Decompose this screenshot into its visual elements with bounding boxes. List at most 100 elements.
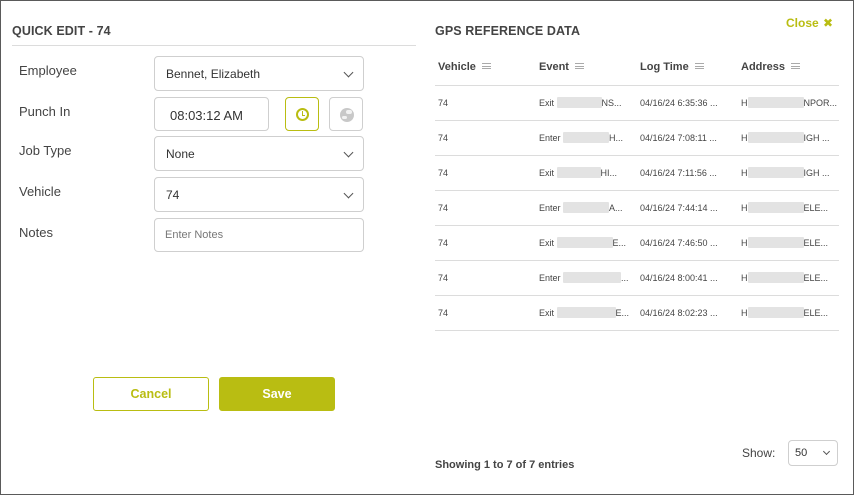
cell-vehicle: 74 [435,120,536,156]
redacted-text [563,202,610,213]
column-label: Event [539,61,569,74]
log-time-value: 04/16/24 7:44:14 ... [640,202,718,213]
punch-in-time-input[interactable]: 08:03:12 AM [154,97,269,131]
table-row[interactable]: 74 Enter H... 04/16/24 7:08:11 ... H IGH ... [435,120,839,156]
close-button[interactable]: Close [786,16,819,30]
job-type-label: Job Type [19,143,72,158]
cancel-button[interactable]: Cancel [93,377,209,411]
log-time-value: 04/16/24 7:46:50 ... [640,237,718,248]
address-head: H [741,133,748,143]
event-name-tail: H... [609,133,624,143]
redacted-text [556,237,613,248]
cell-event: Exit NS... [536,85,637,121]
notes-input[interactable] [156,220,362,250]
gps-reference-panel: GPS REFERENCE DATA Close ✖ Vehicle Event… [435,1,839,494]
table-row[interactable]: 74 Exit E... 04/16/24 7:46:50 ... H ELE... [435,225,839,261]
vehicle-select[interactable]: 74 [154,177,364,212]
quick-edit-dialog: QUICK EDIT - 74 Employee Bennet, Elizabe… [0,0,854,495]
event-name-tail: E... [612,238,627,248]
entries-summary: Showing 1 to 7 of 7 entries [435,459,575,471]
cell-event: Exit E... [536,295,637,331]
table-row[interactable]: 74 Exit HI... 04/16/24 7:11:56 ... H IGH ... [435,155,839,191]
address-head: H [741,273,748,283]
event-type: Exit [539,238,555,248]
address-tail: ELE... [803,273,829,283]
title-divider [12,45,416,46]
redacted-text [563,132,610,143]
column-header-log-time[interactable]: Log Time [637,50,738,86]
table-row[interactable]: 74 Exit E... 04/16/24 8:02:23 ... H ELE... [435,295,839,331]
event-type: Enter [539,203,561,213]
cell-event: Enter ... [536,260,637,296]
column-header-address[interactable]: Address [738,50,839,86]
redacted-text [747,202,804,213]
log-time-value: 04/16/24 7:11:56 ... [640,167,717,178]
address-tail: IGH ... [803,133,830,143]
vehicle-value: 74 [166,188,180,202]
redacted-text [747,132,804,143]
table-row[interactable]: 74 Exit NS... 04/16/24 6:35:36 ... H NPOR... [435,85,839,121]
cell-address: H ELE... [738,260,839,296]
table-row[interactable]: 74 Enter ... 04/16/24 8:00:41 ... H ELE... [435,260,839,296]
address-head: H [741,238,748,248]
vehicle-value: 74 [438,202,449,213]
sort-icon[interactable] [694,63,704,70]
table-header-row: Vehicle Event Log Time Address [435,50,839,86]
globe-icon [340,108,354,122]
vehicle-value: 74 [438,97,449,108]
column-label: Address [741,61,786,74]
cell-vehicle: 74 [435,85,536,121]
address-tail: NPOR... [803,98,838,108]
column-header-vehicle[interactable]: Vehicle [435,50,536,86]
notes-field [154,218,364,252]
event-name-tail: HI... [600,168,618,178]
page-size-label: Show: [742,446,776,460]
table-row[interactable]: 74 Enter A... 04/16/24 7:44:14 ... H ELE... [435,190,839,226]
job-type-select[interactable]: None [154,136,364,171]
cell-event: Exit E... [536,225,637,261]
event-name-tail: NS... [601,98,622,108]
chevron-down-icon [343,147,354,158]
address-tail: ELE... [803,308,829,318]
cell-event: Enter A... [536,190,637,226]
cell-log-time: 04/16/24 7:46:50 ... [637,225,738,261]
employee-select[interactable]: Bennet, Elizabeth [154,56,364,91]
redacted-text [556,307,616,318]
sort-icon[interactable] [791,63,801,70]
chevron-down-icon [343,188,354,199]
redacted-text [563,272,622,283]
sort-icon[interactable] [481,63,491,70]
cell-address: H ELE... [738,190,839,226]
redacted-text [747,272,804,283]
column-label: Log Time [640,61,689,74]
event-name-tail: A... [609,203,623,213]
cell-vehicle: 74 [435,190,536,226]
page-size-value: 50 [795,447,808,459]
sort-icon[interactable] [574,63,584,70]
time-picker-button[interactable] [285,97,319,131]
redacted-text [747,167,804,178]
notes-label: Notes [19,225,53,240]
cell-address: H ELE... [738,295,839,331]
vehicle-value: 74 [438,167,449,178]
address-tail: ELE... [803,203,829,213]
gps-title: GPS REFERENCE DATA [435,24,581,38]
cell-log-time: 04/16/24 7:44:14 ... [637,190,738,226]
gps-table: Vehicle Event Log Time Address 74 Exit NS… [435,50,839,331]
quick-edit-panel: QUICK EDIT - 74 Employee Bennet, Elizabe… [12,1,416,494]
cell-address: H NPOR... [738,85,839,121]
event-type: Enter [539,273,561,283]
address-head: H [741,203,748,213]
save-button[interactable]: Save [219,377,335,411]
close-x-icon[interactable]: ✖ [823,16,833,30]
gps-location-button[interactable] [329,97,363,131]
clock-icon [296,108,309,121]
cell-vehicle: 74 [435,260,536,296]
cell-log-time: 04/16/24 7:11:56 ... [637,155,738,191]
page-size-select[interactable]: 50 [788,440,838,466]
event-type: Enter [539,133,561,143]
cell-vehicle: 74 [435,225,536,261]
cell-log-time: 04/16/24 8:02:23 ... [637,295,738,331]
column-header-event[interactable]: Event [536,50,637,86]
vehicle-value: 74 [438,272,449,283]
